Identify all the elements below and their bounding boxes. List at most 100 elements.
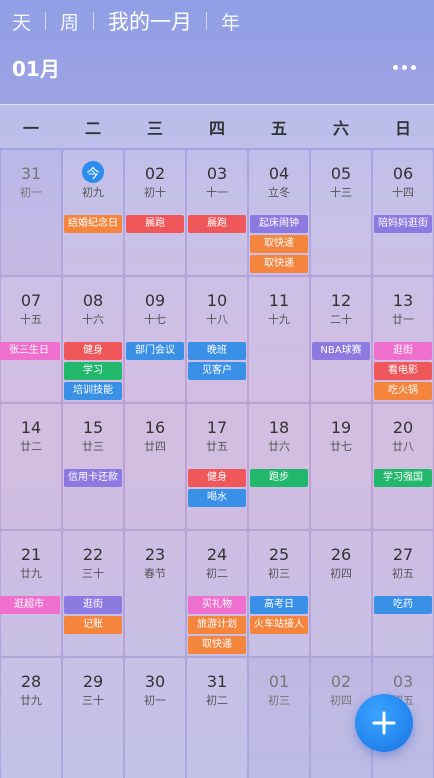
day-cell[interactable]: 28 廿九 xyxy=(1,658,61,778)
tab-year[interactable]: 年 xyxy=(221,8,240,35)
day-cell[interactable]: 09 十七 部门会议 xyxy=(125,277,185,402)
add-event-button[interactable] xyxy=(355,694,413,752)
event-chip[interactable]: 高考日 xyxy=(250,596,308,614)
weekday-thu: 四 xyxy=(208,118,225,138)
event-chip[interactable]: 见客户 xyxy=(188,362,246,380)
event-chip[interactable]: 晨跑 xyxy=(126,215,184,233)
lunar-date: 廿九 xyxy=(20,567,42,580)
day-cell[interactable]: 16 廿四 xyxy=(125,404,185,529)
day-cell[interactable]: 04 立冬 起床闹钟 取快递 取快递 xyxy=(249,150,309,275)
day-number: 02 xyxy=(144,164,166,183)
event-list: 张三生日 xyxy=(0,342,61,362)
event-chip[interactable]: 记账 xyxy=(64,616,122,634)
event-chip[interactable]: 健身 xyxy=(64,342,122,360)
day-cell[interactable]: 01 初三 xyxy=(249,658,309,778)
event-chip[interactable]: 陪妈妈逛街 xyxy=(374,215,432,233)
day-number: 06 xyxy=(392,164,414,183)
lunar-date: 廿八 xyxy=(392,440,414,453)
event-chip[interactable]: 喝水 xyxy=(188,489,246,507)
day-cell[interactable]: 19 廿七 xyxy=(311,404,371,529)
day-number: 21 xyxy=(20,545,42,564)
event-list: 健身 学习 培训技能 xyxy=(63,342,123,402)
event-chip[interactable]: 张三生日 xyxy=(0,342,60,360)
event-chip[interactable]: 逛街 xyxy=(64,596,122,614)
day-number: 03 xyxy=(206,164,228,183)
lunar-date: 十四 xyxy=(392,186,414,199)
event-chip[interactable]: 取快递 xyxy=(250,255,308,273)
event-chip[interactable]: 部门会议 xyxy=(126,342,184,360)
day-cell[interactable]: 31 初一 xyxy=(1,150,61,275)
day-cell[interactable]: 02 初十 晨跑 xyxy=(125,150,185,275)
day-cell[interactable]: 21 廿九逛超市 xyxy=(0,531,61,656)
tab-week[interactable]: 周 xyxy=(60,8,79,35)
event-chip[interactable]: 取快递 xyxy=(250,235,308,253)
event-chip[interactable]: 逛街 xyxy=(374,342,432,360)
day-cell[interactable]: 05 十三 xyxy=(311,150,371,275)
event-chip[interactable]: 起床闹钟 xyxy=(250,215,308,233)
event-chip[interactable]: 看电影 xyxy=(374,362,432,380)
event-chip[interactable]: 吃药 xyxy=(374,596,432,614)
day-cell[interactable]: 17 廿五 健身 喝水 xyxy=(187,404,247,529)
day-cell[interactable]: 22 三十 逛街 记账 xyxy=(63,531,123,656)
day-cell[interactable]: 26 初四 xyxy=(311,531,371,656)
event-chip[interactable]: 信用卡还款 xyxy=(64,469,122,487)
event-chip[interactable]: 学习 xyxy=(64,362,122,380)
day-cell[interactable]: 07 十五 张三生日 xyxy=(0,277,61,402)
event-chip[interactable]: 晨跑 xyxy=(188,215,246,233)
event-chip[interactable]: 晚班 xyxy=(188,342,246,360)
event-list: 晨跑 xyxy=(125,215,185,235)
day-cell[interactable]: 今初九 结婚纪念日 xyxy=(63,150,123,275)
event-chip[interactable]: 取快递 xyxy=(188,636,246,654)
day-cell[interactable]: 25 初三 高考日 火车站接人 xyxy=(249,531,309,656)
event-chip[interactable]: 逛超市 xyxy=(0,596,60,614)
event-chip[interactable]: 吃火锅 xyxy=(374,382,432,400)
day-cell[interactable]: 08 十六 健身 学习 培训技能 xyxy=(63,277,123,402)
day-cell[interactable]: 23 春节 xyxy=(125,531,185,656)
event-chip[interactable]: 买礼物 xyxy=(188,596,246,614)
day-cell[interactable]: 15 廿三 信用卡还款 xyxy=(63,404,123,529)
day-cell[interactable]: 27 初五 吃药 xyxy=(373,531,433,656)
month-title[interactable]: 01月 xyxy=(12,53,60,82)
event-chip[interactable]: 跑步 xyxy=(250,469,308,487)
tab-month[interactable]: 我的一月 xyxy=(108,6,192,36)
day-cell[interactable]: 12 二十 NBA球赛 xyxy=(311,277,371,402)
day-cell[interactable]: 29 三十 xyxy=(63,658,123,778)
day-cell[interactable]: 14 廿二 xyxy=(1,404,61,529)
day-number: 29 xyxy=(82,672,104,691)
month-grid: 31 初一今初九 结婚纪念日 02 初十 晨跑 03 十一 晨跑 04 立冬 起床闹钟 取快递 取快递 05… xyxy=(0,149,434,778)
day-cell[interactable]: 10 十八 晚班 见客户 xyxy=(187,277,247,402)
day-cell[interactable]: 31 初二 xyxy=(187,658,247,778)
event-chip[interactable]: NBA球赛 xyxy=(312,342,370,360)
day-cell[interactable]: 30 初一 xyxy=(125,658,185,778)
day-number: 27 xyxy=(392,545,414,564)
event-chip[interactable]: 培训技能 xyxy=(64,382,122,400)
event-list: 买礼物旅游计划取快递 xyxy=(187,596,247,656)
event-chip[interactable]: 火车站接人 xyxy=(250,616,308,634)
weekday-mon: 一 xyxy=(22,118,39,138)
lunar-date: 二十 xyxy=(330,313,352,326)
lunar-date: 初一 xyxy=(144,694,166,707)
tab-divider xyxy=(45,12,47,30)
event-chip[interactable]: 学习强国 xyxy=(374,469,432,487)
day-cell[interactable]: 03 十一 晨跑 xyxy=(187,150,247,275)
day-number: 13 xyxy=(392,291,414,310)
event-chip[interactable]: 健身 xyxy=(188,469,246,487)
event-list: 高考日 火车站接人 xyxy=(249,596,309,636)
event-chip[interactable]: 结婚纪念日 xyxy=(64,215,122,233)
event-chip[interactable]: 旅游计划 xyxy=(188,616,246,634)
lunar-date: 初二 xyxy=(206,567,228,580)
day-cell[interactable]: 24 初二 买礼物 旅游计划 取快递 xyxy=(187,531,247,656)
tab-day[interactable]: 天 xyxy=(12,8,31,35)
day-number: 01 xyxy=(268,672,290,691)
weekday-fri: 五 xyxy=(270,118,287,138)
day-cell[interactable]: 18 廿六 跑步 xyxy=(249,404,309,529)
lunar-date: 初二 xyxy=(206,694,228,707)
lunar-date: 廿五 xyxy=(206,440,228,453)
event-list: 信用卡还款 xyxy=(63,469,123,489)
day-cell[interactable]: 13 廿一 逛街 看电影 吃火锅 xyxy=(373,277,433,402)
more-options-button[interactable] xyxy=(389,59,420,76)
day-cell[interactable]: 06 十四陪妈妈逛街 xyxy=(373,150,433,275)
lunar-date: 廿七 xyxy=(330,440,352,453)
day-cell[interactable]: 20 廿八 学习强国 xyxy=(373,404,433,529)
day-cell[interactable]: 11 十九 xyxy=(249,277,309,402)
